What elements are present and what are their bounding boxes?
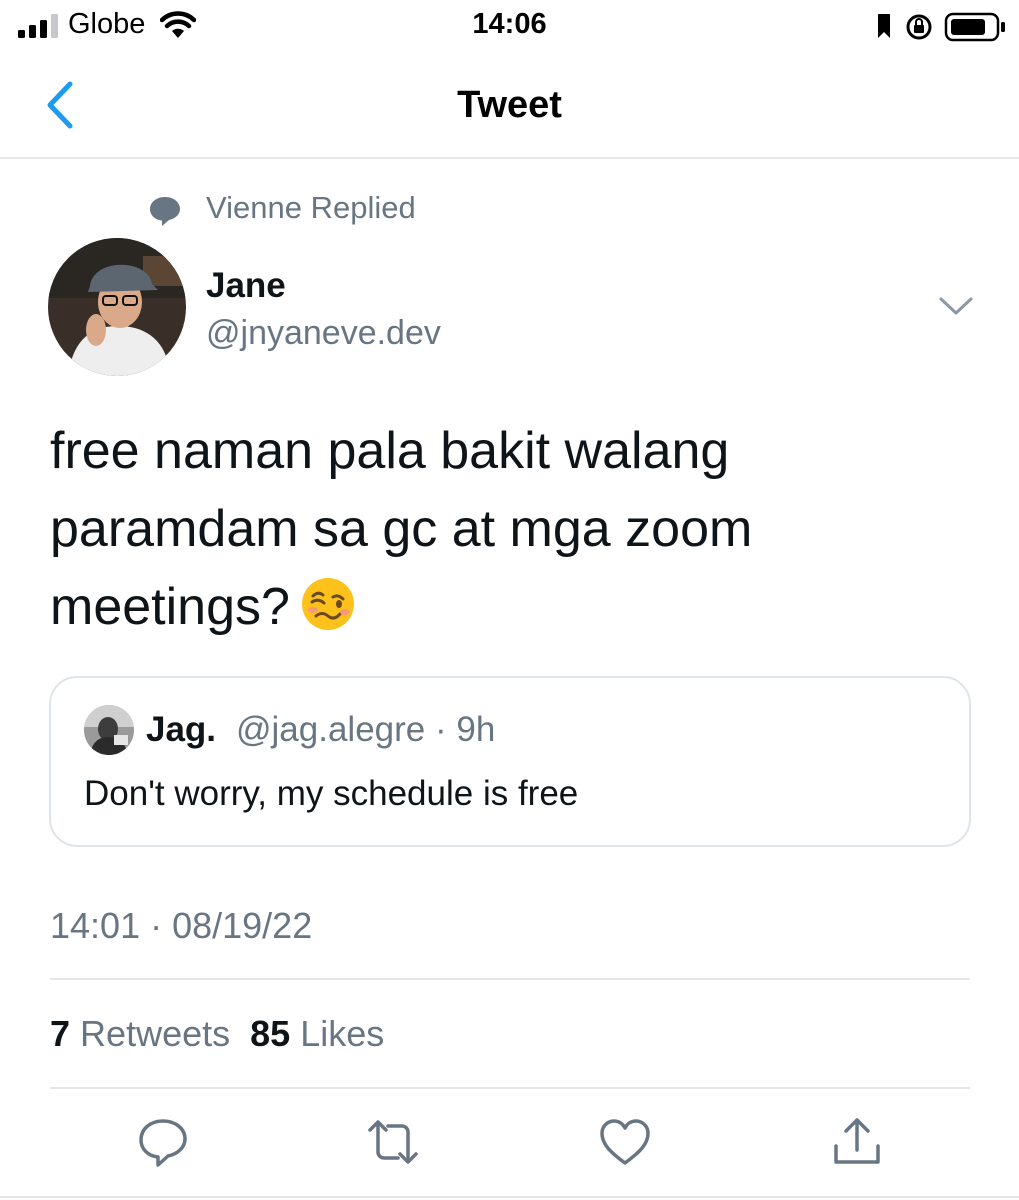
author-name[interactable]: Jane — [206, 266, 286, 306]
tweet-text-content: free naman pala bakit walang paramdam sa… — [50, 422, 753, 636]
reply-icon[interactable] — [136, 1116, 190, 1168]
chevron-down-icon[interactable] — [938, 292, 974, 320]
retweets-stat[interactable]: 7 Retweets — [50, 1013, 230, 1054]
retweets-label: Retweets — [80, 1013, 231, 1054]
reply-bubble-icon — [150, 197, 180, 226]
heart-icon[interactable] — [598, 1116, 652, 1168]
divider — [50, 1087, 970, 1089]
quoted-avatar[interactable] — [84, 705, 134, 755]
author-avatar[interactable] — [48, 238, 186, 376]
rotation-lock-icon — [906, 14, 932, 40]
social-context-text[interactable]: Vienne Replied — [206, 190, 416, 226]
quoted-author-name: Jag. — [146, 710, 217, 749]
likes-label: Likes — [300, 1013, 385, 1054]
likes-stat[interactable]: 85 Likes — [250, 1013, 384, 1054]
quoted-handle-time: @jag.alegre · 9h — [236, 710, 496, 749]
status-right-icons — [878, 12, 1005, 42]
retweets-count: 7 — [50, 1013, 71, 1054]
page-title: Tweet — [457, 84, 562, 126]
author-handle[interactable]: @jnyaneve.dev — [206, 314, 441, 353]
divider — [50, 978, 970, 980]
likes-count: 85 — [250, 1013, 291, 1054]
status-time: 14:06 — [472, 8, 547, 40]
tweet-timestamp: 14:01 · 08/19/22 — [50, 905, 313, 946]
retweet-icon[interactable] — [366, 1116, 420, 1168]
tweet-text: free naman pala bakit walang paramdam sa… — [50, 412, 970, 646]
share-icon[interactable] — [830, 1116, 884, 1168]
nav-divider — [0, 157, 1019, 159]
quoted-tweet-card[interactable] — [49, 676, 971, 847]
bookmark-status-icon — [878, 14, 890, 38]
bottom-divider — [0, 1196, 1019, 1198]
battery-icon — [944, 12, 1005, 42]
quoted-tweet-text: Don't worry, my schedule is free — [84, 774, 579, 813]
engagement-stats: 7 Retweets 85 Likes — [50, 1013, 384, 1055]
woozy-face-emoji-icon — [301, 578, 354, 630]
